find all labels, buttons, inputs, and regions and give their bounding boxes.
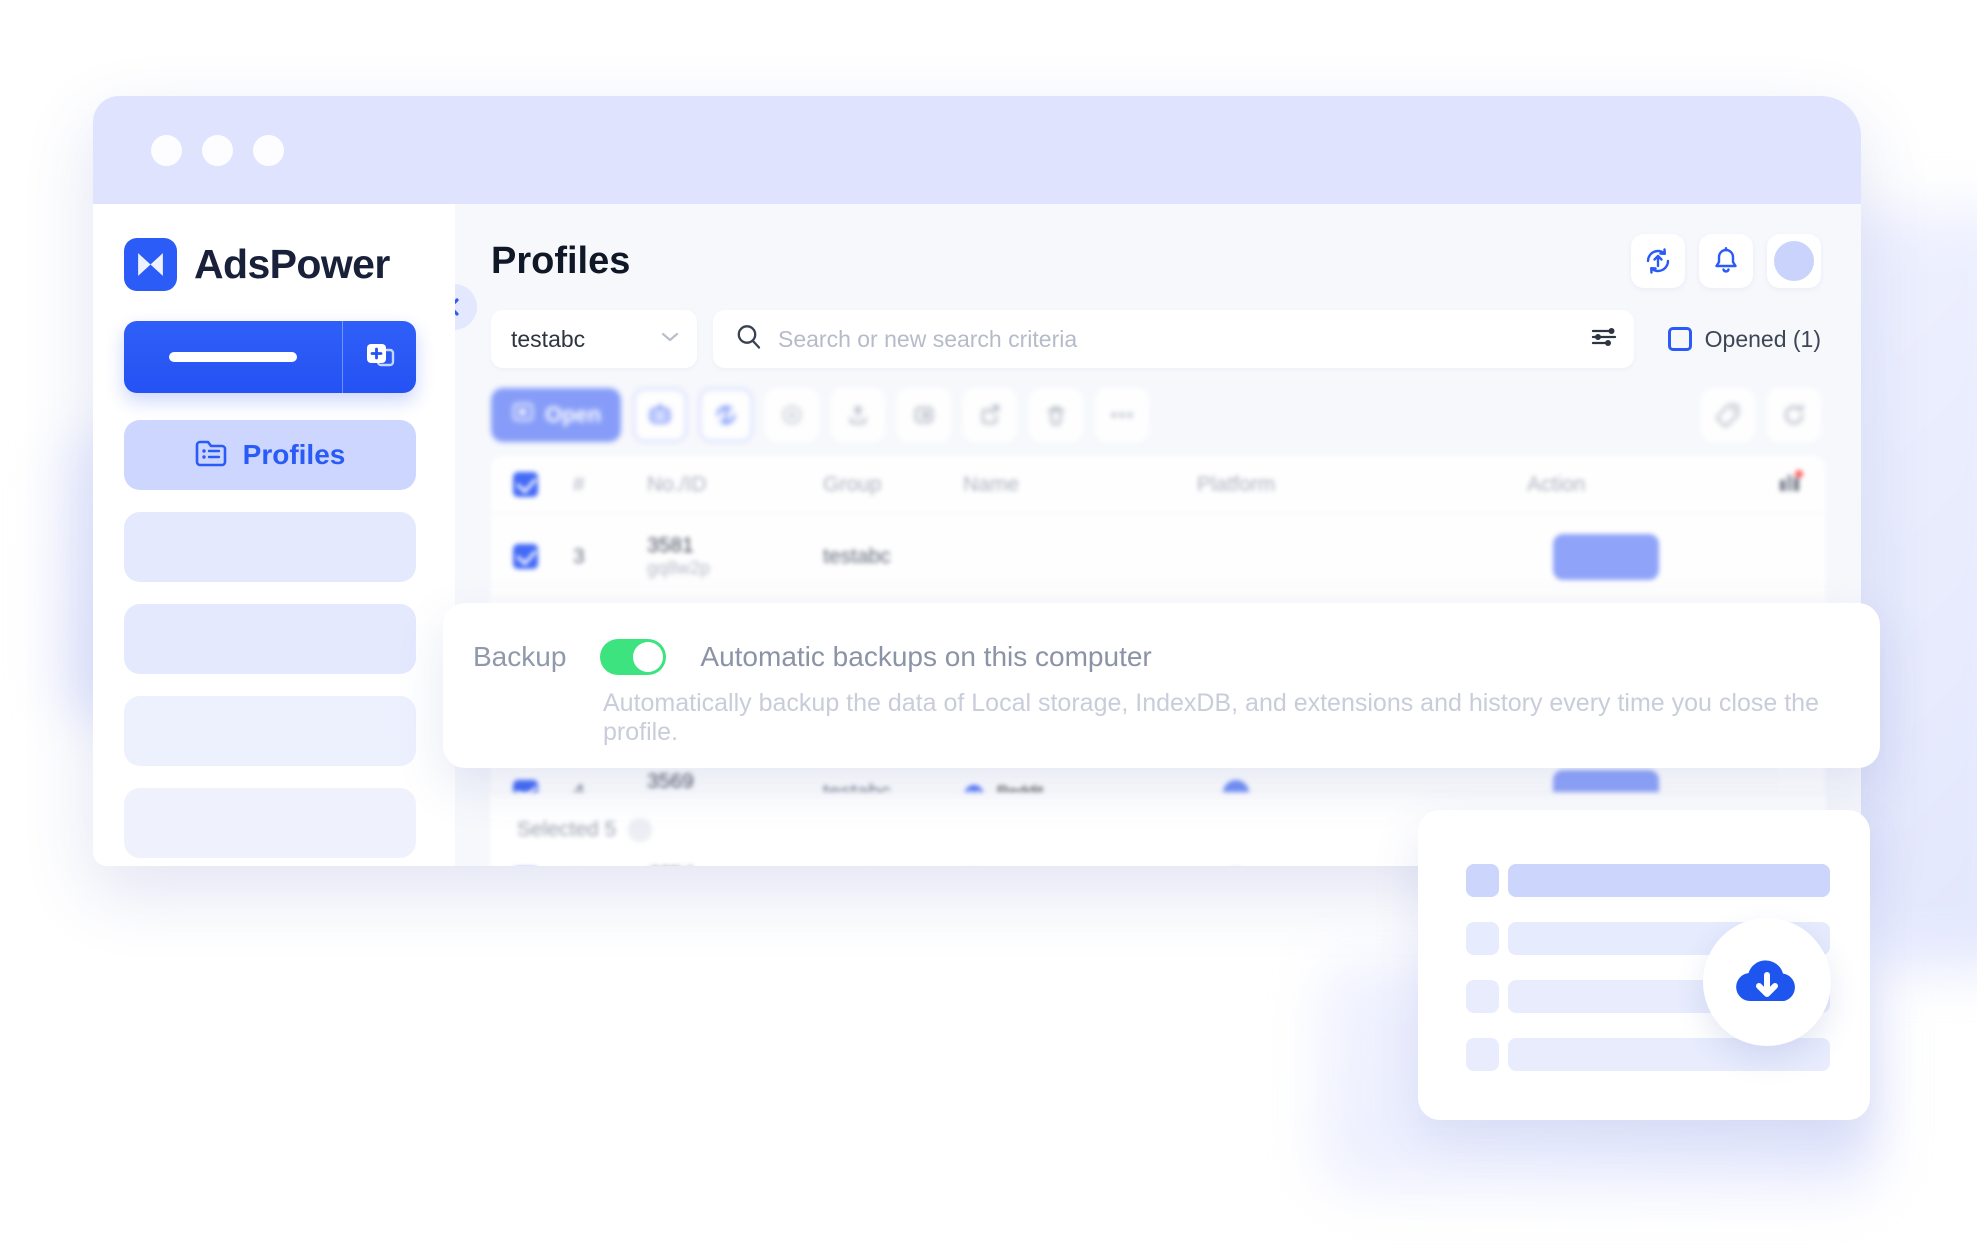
new-profile-button[interactable]	[124, 321, 416, 393]
backup-description: Automatically backup the data of Local s…	[603, 689, 1819, 746]
backup-setting-card: Backup Automatic backups on this compute…	[443, 603, 1880, 768]
checkbox-icon	[1667, 327, 1692, 351]
sidebar: AdsPower Profiles	[93, 204, 455, 866]
avatar-circle	[1774, 241, 1814, 281]
row-checkbox[interactable]	[513, 544, 538, 569]
sidebar-nav: Profiles	[93, 420, 455, 858]
open-button-label: Open	[545, 402, 602, 427]
table-row[interactable]: 3 3581 gq8w2p testabc	[491, 514, 1825, 600]
list-item-bar	[1508, 864, 1830, 897]
close-button[interactable]	[151, 134, 182, 166]
sidebar-item-3[interactable]	[124, 604, 416, 674]
select-all-checkbox[interactable]	[513, 472, 573, 497]
column-settings-icon[interactable]	[1777, 470, 1803, 499]
add-profile-icon[interactable]	[343, 339, 416, 375]
refresh-icon[interactable]	[1767, 388, 1821, 442]
page-title: Profiles	[491, 239, 631, 282]
clear-selection-icon[interactable]	[628, 817, 653, 842]
maximize-button[interactable]	[253, 134, 284, 166]
search-row: testabc Search or new search criteria Op…	[455, 288, 1861, 368]
sidebar-item-profiles[interactable]: Profiles	[124, 420, 416, 490]
group-select[interactable]: testabc	[491, 310, 697, 368]
column-header-action[interactable]: Action	[1527, 473, 1777, 497]
minimize-button[interactable]	[202, 134, 233, 166]
opened-filter[interactable]: Opened (1)	[1650, 326, 1821, 353]
search-input[interactable]	[778, 325, 1574, 353]
column-header-index[interactable]: #	[573, 473, 647, 497]
toggle-knob	[633, 642, 664, 672]
opened-label: Opened (1)	[1704, 325, 1821, 352]
search-box[interactable]	[713, 310, 1634, 368]
close-circle-icon[interactable]	[765, 388, 820, 442]
column-header-name[interactable]: Name	[963, 473, 1197, 497]
tag-icon[interactable]	[1701, 388, 1755, 442]
list-item-icon	[1466, 922, 1499, 955]
selected-label: Selected 5	[517, 817, 617, 841]
new-profile-label-area	[124, 321, 342, 393]
column-header-group[interactable]: Group	[823, 473, 963, 497]
brand-name: AdsPower	[194, 241, 390, 287]
sync-icon[interactable]	[699, 388, 754, 442]
list-item-icon	[1466, 1038, 1499, 1071]
brand: AdsPower	[93, 238, 455, 291]
sync-upgrade-icon[interactable]	[1631, 234, 1685, 288]
new-profile-label-placeholder	[169, 352, 297, 362]
automatic-backup-toggle[interactable]	[600, 639, 667, 675]
share-icon[interactable]	[963, 388, 1018, 442]
open-window-icon	[511, 400, 535, 430]
toolbar-left: Open	[491, 388, 1150, 442]
filter-sliders-icon[interactable]	[1590, 324, 1618, 355]
folder-list-icon	[195, 438, 229, 473]
avatar[interactable]	[1767, 234, 1821, 288]
upload-icon[interactable]	[831, 388, 886, 442]
sidebar-item-2[interactable]	[124, 512, 416, 582]
table-header-row: # No./ID Group Name Platform Action	[491, 456, 1825, 514]
column-header-no-id[interactable]: No./ID	[647, 473, 823, 497]
toolbar-right	[1701, 388, 1821, 442]
robot-automation-icon[interactable]	[633, 388, 688, 442]
action-toolbar: Open	[455, 368, 1861, 442]
column-header-platform[interactable]: Platform	[1197, 473, 1527, 497]
list-item[interactable]	[1466, 864, 1830, 897]
adspower-logo-icon	[124, 238, 177, 291]
import-icon[interactable]	[897, 388, 952, 442]
chevron-down-icon	[661, 330, 679, 348]
header-icon-group	[1631, 234, 1821, 288]
open-button[interactable]: Open	[491, 388, 622, 442]
traffic-lights	[151, 134, 284, 166]
list-item-icon	[1466, 864, 1499, 897]
sidebar-item-5[interactable]	[124, 788, 416, 858]
trash-icon[interactable]	[1029, 388, 1084, 442]
row-open-button[interactable]	[1553, 533, 1659, 580]
main-header: Profiles	[455, 234, 1861, 288]
sidebar-item-4[interactable]	[124, 696, 416, 766]
selection-status: Selected 5	[517, 817, 653, 842]
window-titlebar	[93, 96, 1861, 204]
backup-toggle-row: Backup Automatic backups on this compute…	[473, 639, 1880, 675]
bell-icon[interactable]	[1699, 234, 1753, 288]
sidebar-item-label: Profiles	[242, 439, 346, 470]
screenshot-stage: AdsPower Profiles Profiles testabc Searc…	[0, 0, 1977, 1249]
backup-section-label: Backup	[473, 641, 567, 672]
list-item-icon	[1466, 980, 1499, 1013]
more-icon[interactable]	[1095, 388, 1150, 442]
search-icon	[735, 323, 762, 355]
group-select-value: testabc	[511, 325, 586, 352]
backup-toggle-label: Automatic backups on this computer	[700, 641, 1152, 672]
cloud-download-icon[interactable]	[1703, 918, 1831, 1046]
